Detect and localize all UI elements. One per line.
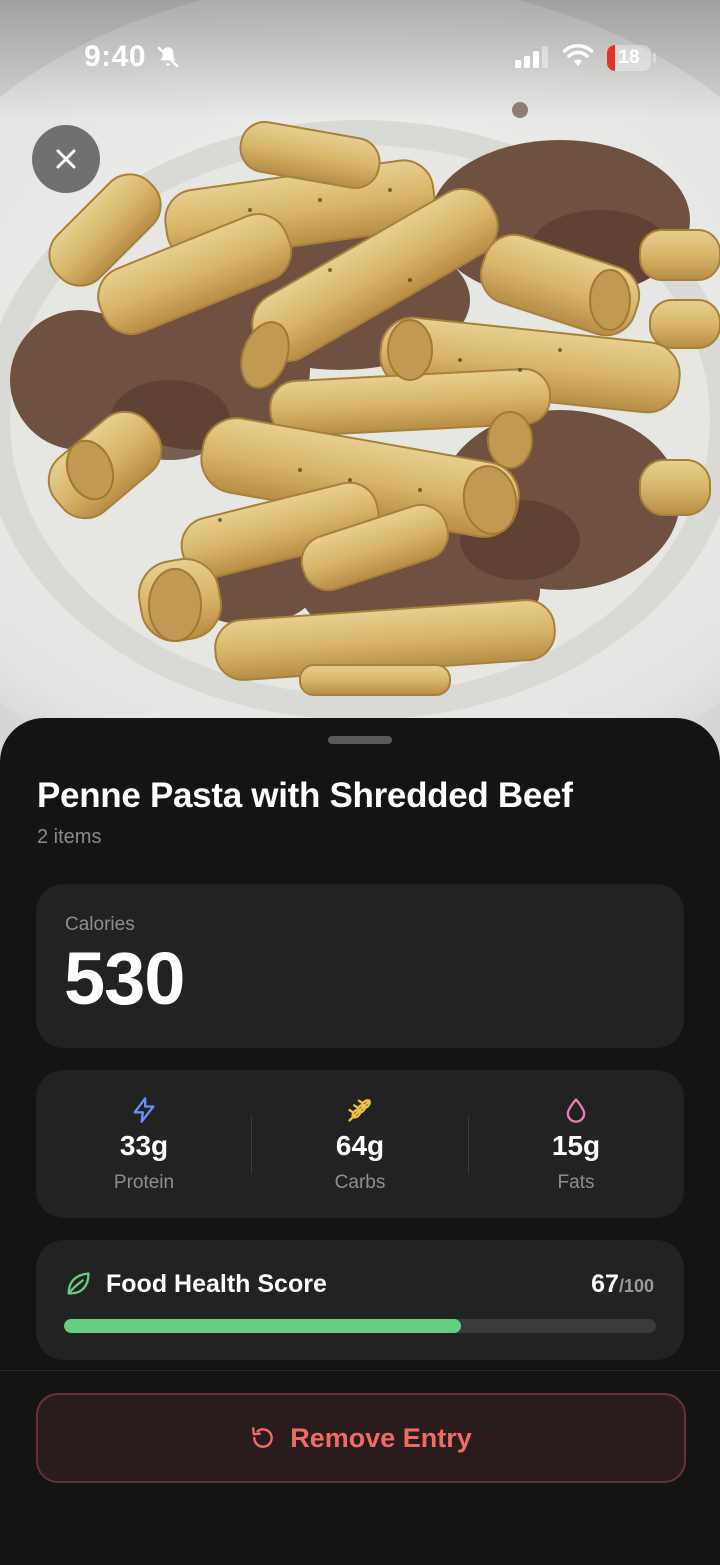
calories-label: Calories — [65, 914, 135, 935]
food-photo — [0, 0, 720, 760]
details-sheet: Penne Pasta with Shredded Beef 2 items C… — [0, 718, 720, 1565]
battery-icon: 18 — [607, 45, 651, 71]
remove-entry-label: Remove Entry — [290, 1422, 472, 1453]
protein-value: 33g — [119, 1130, 169, 1161]
health-score-number: 67 — [591, 1270, 619, 1298]
status-bar: 9:40 18 — [0, 0, 720, 110]
macro-protein: 33g Protein — [36, 1070, 252, 1218]
sheet-divider — [0, 1370, 720, 1371]
sheet-grabber[interactable] — [328, 736, 392, 744]
calories-card[interactable]: Calories 530 — [36, 884, 684, 1048]
droplet-icon — [566, 1098, 586, 1123]
macros-card[interactable]: 33g Protein 64g Carbs 15g Fats — [36, 1070, 684, 1218]
food-photo-illustration — [0, 0, 720, 760]
carbs-value: 64g — [335, 1130, 385, 1161]
close-button[interactable] — [32, 125, 100, 193]
fats-label: Fats — [557, 1172, 595, 1193]
protein-label: Protein — [113, 1172, 175, 1193]
health-score-label: Food Health Score — [106, 1270, 327, 1298]
macro-fats: 15g Fats — [468, 1070, 684, 1218]
bell-slash-icon — [155, 44, 181, 75]
macro-carbs: 64g Carbs — [252, 1070, 468, 1218]
close-icon — [56, 149, 76, 169]
lightning-icon — [133, 1097, 155, 1123]
health-score-card[interactable]: Food Health Score 67/100 — [36, 1240, 684, 1360]
remove-entry-button[interactable]: Remove Entry — [36, 1393, 686, 1483]
battery-level: 18 — [618, 47, 640, 68]
health-score-max: /100 — [618, 1276, 654, 1296]
meal-item-count: 2 items — [37, 826, 102, 848]
health-score-value: 67/100 — [591, 1270, 654, 1299]
wifi-icon — [562, 44, 594, 73]
fats-value: 15g — [551, 1130, 601, 1161]
meal-title: Penne Pasta with Shredded Beef — [37, 776, 573, 815]
status-time: 9:40 — [84, 40, 147, 73]
health-score-bar-fill — [64, 1319, 461, 1333]
carbs-label: Carbs — [334, 1172, 386, 1193]
wheat-icon — [348, 1099, 371, 1122]
battery-nub — [653, 53, 656, 63]
leaf-icon — [67, 1272, 90, 1295]
health-score-bar — [64, 1319, 656, 1333]
signal-icon — [515, 46, 549, 73]
undo-icon — [252, 1427, 274, 1448]
calories-value: 530 — [64, 937, 185, 1020]
